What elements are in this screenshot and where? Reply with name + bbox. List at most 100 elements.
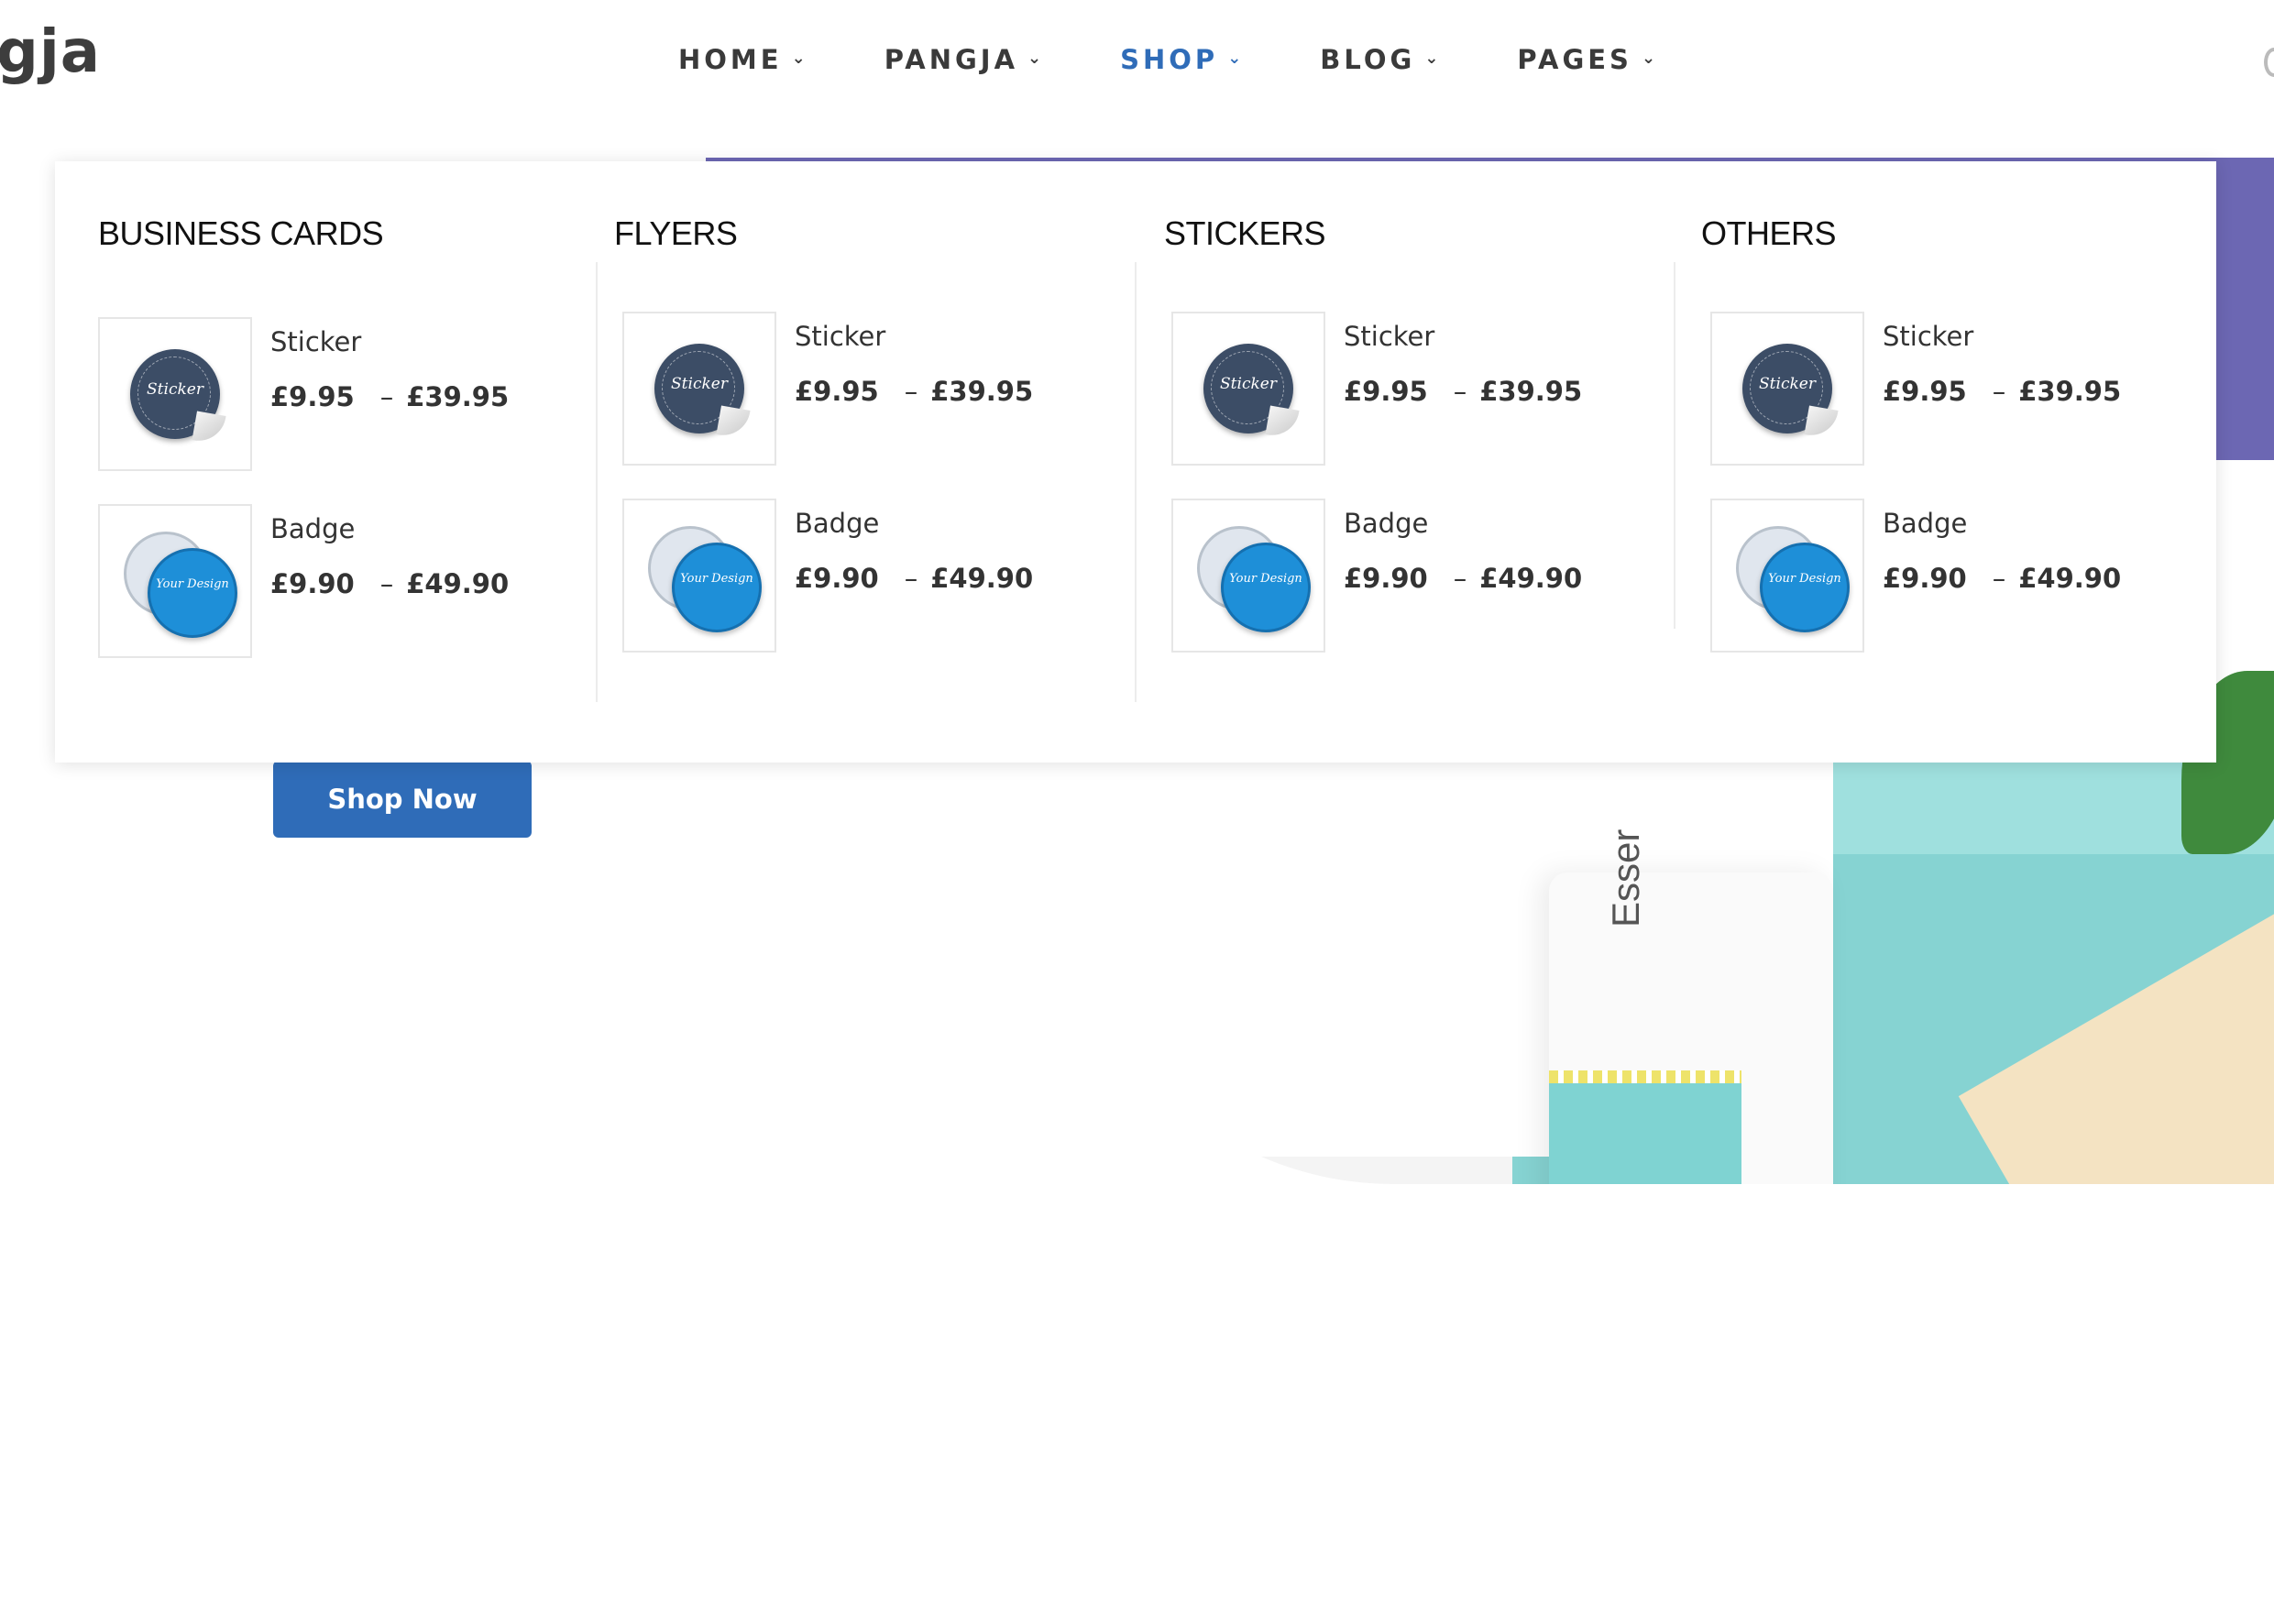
site-logo[interactable]: gja (0, 18, 101, 86)
product-name[interactable]: Badge (795, 508, 879, 539)
price-min: £9.95 (1883, 376, 1967, 407)
product-item-sticker[interactable]: Sticker Sticker £9.95– £39.95 (98, 317, 509, 471)
pouch-zigzag (1549, 1070, 1741, 1083)
nav-pangja-label: PANGJA (884, 44, 1019, 75)
product-thumbnail[interactable]: Your Design (622, 499, 776, 653)
product-name[interactable]: Badge (1344, 508, 1428, 539)
sticker-peel (1804, 405, 1839, 440)
product-name[interactable]: Sticker (1344, 321, 1434, 352)
sticker-peel (1265, 405, 1300, 440)
pouch-band (1549, 1083, 1741, 1184)
sticker-thumb-text: Sticker (671, 375, 728, 393)
price-min: £9.90 (795, 563, 879, 594)
price-max: £49.90 (930, 563, 1034, 594)
product-price: £9.90– £49.90 (1344, 563, 1582, 594)
product-thumbnail[interactable]: Your Design (1171, 499, 1325, 653)
price-dash: – (1453, 563, 1467, 594)
price-max: £39.95 (406, 381, 510, 412)
mega-column-flyers: FLYERS Sticker Sticker £9.95– £39.95 Your… (596, 161, 1137, 711)
product-thumbnail[interactable]: Sticker (1171, 312, 1325, 466)
price-min: £9.90 (270, 568, 355, 599)
column-title: FLYERS (614, 214, 738, 252)
nav-pangja[interactable]: PANGJA ⌄ (884, 44, 1041, 75)
column-title: BUSINESS CARDS (98, 214, 384, 252)
price-min: £9.95 (1344, 376, 1428, 407)
product-price: £9.95– £39.95 (795, 376, 1033, 407)
price-dash: – (904, 563, 918, 594)
sticker-thumb-text: Sticker (1220, 375, 1277, 393)
product-price: £9.90– £49.90 (270, 568, 509, 599)
badge-icon: Your Design (1760, 543, 1850, 632)
product-thumbnail[interactable]: Your Design (1710, 499, 1864, 653)
sticker-thumb-text: Sticker (147, 380, 203, 399)
nav-blog[interactable]: BLOG ⌄ (1320, 44, 1438, 75)
column-title: OTHERS (1701, 214, 1837, 252)
badge-thumb-text: Your Design (680, 572, 753, 586)
badge-thumb-text: Your Design (1768, 572, 1841, 586)
nav-pages[interactable]: PAGES ⌄ (1517, 44, 1655, 75)
sticker-icon: Sticker (654, 344, 751, 440)
nav-blog-label: BLOG (1320, 44, 1416, 75)
price-max: £49.90 (2018, 563, 2122, 594)
product-thumbnail[interactable]: Sticker (98, 317, 252, 471)
badge-icon: Your Design (148, 548, 237, 638)
nav-home-label: HOME (678, 44, 783, 75)
badge-icon: Your Design (672, 543, 762, 632)
product-thumbnail[interactable]: Sticker (622, 312, 776, 466)
pouch-mockup-image: Esser (1549, 829, 1833, 1184)
badge-icon: Your Design (1221, 543, 1311, 632)
chevron-down-icon: ⌄ (1424, 48, 1439, 68)
product-name[interactable]: Sticker (270, 326, 361, 357)
nav-home[interactable]: HOME ⌄ (678, 44, 806, 75)
product-thumbnail[interactable]: Sticker (1710, 312, 1864, 466)
nav-pages-label: PAGES (1517, 44, 1632, 75)
price-max: £49.90 (1479, 563, 1583, 594)
product-price: £9.95– £39.95 (270, 381, 509, 412)
product-price: £9.95– £39.95 (1883, 376, 2121, 407)
shop-now-button[interactable]: Shop Now (273, 761, 532, 838)
product-price: £9.90– £49.90 (795, 563, 1033, 594)
product-name[interactable]: Badge (270, 513, 355, 544)
product-price: £9.95– £39.95 (1344, 376, 1582, 407)
sticker-peel (716, 405, 751, 440)
chevron-down-icon: ⌄ (791, 48, 806, 68)
price-dash: – (1992, 376, 2006, 407)
price-dash: – (379, 381, 394, 412)
product-item-badge[interactable]: Your Design Badge £9.90– £49.90 (98, 504, 509, 658)
price-dash: – (1992, 563, 2006, 594)
mega-column-business-cards: BUSINESS CARDS Sticker Sticker £9.95– £39… (55, 161, 596, 711)
chevron-down-icon: ⌄ (1227, 48, 1242, 68)
nav-shop[interactable]: SHOP ⌄ (1120, 44, 1241, 75)
pouch-label: Esser (1604, 828, 1647, 927)
price-max: £39.95 (1479, 376, 1583, 407)
price-min: £9.90 (1344, 563, 1428, 594)
product-name[interactable]: Sticker (1883, 321, 1973, 352)
chevron-down-icon: ⌄ (1027, 48, 1042, 68)
product-thumbnail[interactable]: Your Design (98, 504, 252, 658)
column-title: STICKERS (1164, 214, 1326, 252)
price-max: £39.95 (930, 376, 1034, 407)
price-max: £49.90 (406, 568, 510, 599)
sticker-thumb-text: Sticker (1759, 375, 1816, 393)
product-name[interactable]: Sticker (795, 321, 885, 352)
product-item-badge[interactable]: Your Design Badge £9.90– £49.90 (1171, 499, 1582, 653)
product-item-badge[interactable]: Your Design Badge £9.90– £49.90 (622, 499, 1033, 653)
mega-column-others: OTHERS Sticker Sticker £9.95– £39.95 Your… (1674, 161, 2214, 711)
nav-shop-label: SHOP (1120, 44, 1219, 75)
product-item-badge[interactable]: Your Design Badge £9.90– £49.90 (1710, 499, 2121, 653)
price-dash: – (1453, 376, 1467, 407)
sticker-icon: Sticker (1742, 344, 1839, 440)
mega-column-stickers: STICKERS Sticker Sticker £9.95– £39.95 Yo… (1135, 161, 1675, 711)
badge-thumb-text: Your Design (156, 577, 229, 591)
product-price: £9.90– £49.90 (1883, 563, 2121, 594)
sticker-icon: Sticker (130, 349, 226, 445)
product-item-sticker[interactable]: Sticker Sticker £9.95– £39.95 (622, 312, 1033, 466)
sticker-icon: Sticker (1203, 344, 1300, 440)
product-item-sticker[interactable]: Sticker Sticker £9.95– £39.95 (1171, 312, 1582, 466)
price-dash: – (904, 376, 918, 407)
product-name[interactable]: Badge (1883, 508, 1967, 539)
product-item-sticker[interactable]: Sticker Sticker £9.95– £39.95 (1710, 312, 2121, 466)
search-icon[interactable] (2264, 48, 2274, 77)
price-min: £9.95 (270, 381, 355, 412)
shop-mega-menu: BUSINESS CARDS Sticker Sticker £9.95– £39… (55, 161, 2216, 763)
